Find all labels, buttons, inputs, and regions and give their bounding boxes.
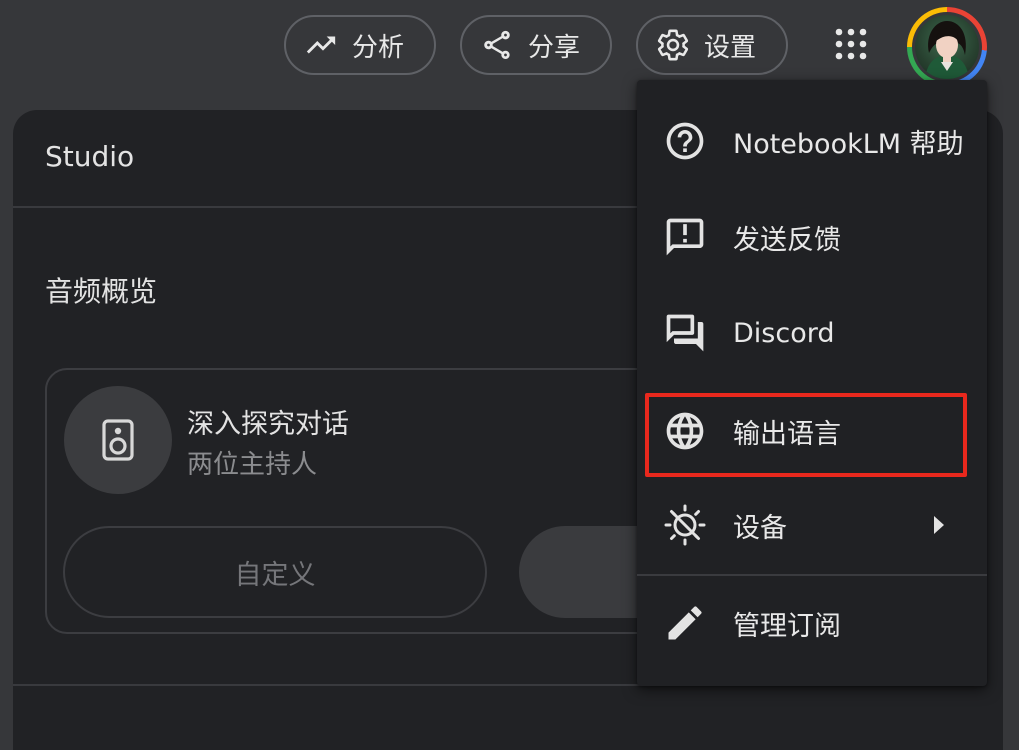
share-icon — [480, 28, 514, 62]
settings-label: 设置 — [704, 32, 757, 63]
studio-title: Studio — [45, 140, 135, 173]
help-circle-icon — [663, 119, 707, 163]
menu-item-label: 发送反馈 — [733, 224, 841, 256]
menu-item-discord[interactable]: Discord — [637, 286, 987, 380]
audio-card-title: 深入探究对话 — [187, 409, 349, 440]
menu-item-help[interactable]: NotebookLM 帮助 — [637, 94, 987, 188]
menu-item-label: 管理订阅 — [733, 610, 841, 642]
menu-item-output-language[interactable]: 输出语言 — [637, 384, 987, 478]
gear-icon — [656, 28, 690, 62]
chevron-right-icon — [929, 510, 949, 540]
device-theme-icon — [663, 503, 707, 547]
studio-header-divider — [13, 206, 653, 208]
audio-overview-title: 音频概览 — [45, 275, 158, 308]
analytics-button[interactable]: 分析 — [284, 15, 436, 75]
globe-icon — [663, 409, 707, 453]
analytics-label: 分析 — [352, 32, 405, 63]
menu-item-label: NotebookLM 帮助 — [733, 128, 964, 160]
menu-item-label: 设备 — [733, 512, 787, 544]
customize-button[interactable]: 自定义 — [63, 526, 487, 618]
avatar — [915, 15, 979, 79]
menu-item-device[interactable]: 设备 — [637, 478, 987, 572]
pencil-icon — [663, 601, 707, 645]
menu-item-label: Discord — [733, 317, 835, 349]
audio-overview-card: 深入探究对话 两位主持人 自定义 — [45, 368, 719, 634]
apps-grid-button[interactable] — [826, 24, 876, 68]
apps-grid-icon — [834, 27, 868, 65]
share-label: 分享 — [528, 32, 581, 63]
forum-icon — [663, 311, 707, 355]
studio-section-divider — [13, 684, 653, 686]
menu-item-send-feedback[interactable]: 发送反馈 — [637, 190, 987, 284]
menu-item-label: 输出语言 — [733, 418, 841, 450]
trending-up-icon — [304, 28, 338, 62]
feedback-icon — [663, 215, 707, 259]
account-menu: NotebookLM 帮助 发送反馈 Discord 输出语言 设备 管理订阅 — [637, 80, 987, 686]
share-button[interactable]: 分享 — [460, 15, 612, 75]
settings-button[interactable]: 设置 — [636, 15, 788, 75]
audio-icon-badge — [64, 386, 172, 494]
audio-card-subtitle: 两位主持人 — [187, 450, 318, 480]
account-avatar-button[interactable] — [907, 7, 987, 87]
menu-item-manage-subscription[interactable]: 管理订阅 — [637, 576, 987, 670]
speaker-icon — [102, 419, 134, 461]
